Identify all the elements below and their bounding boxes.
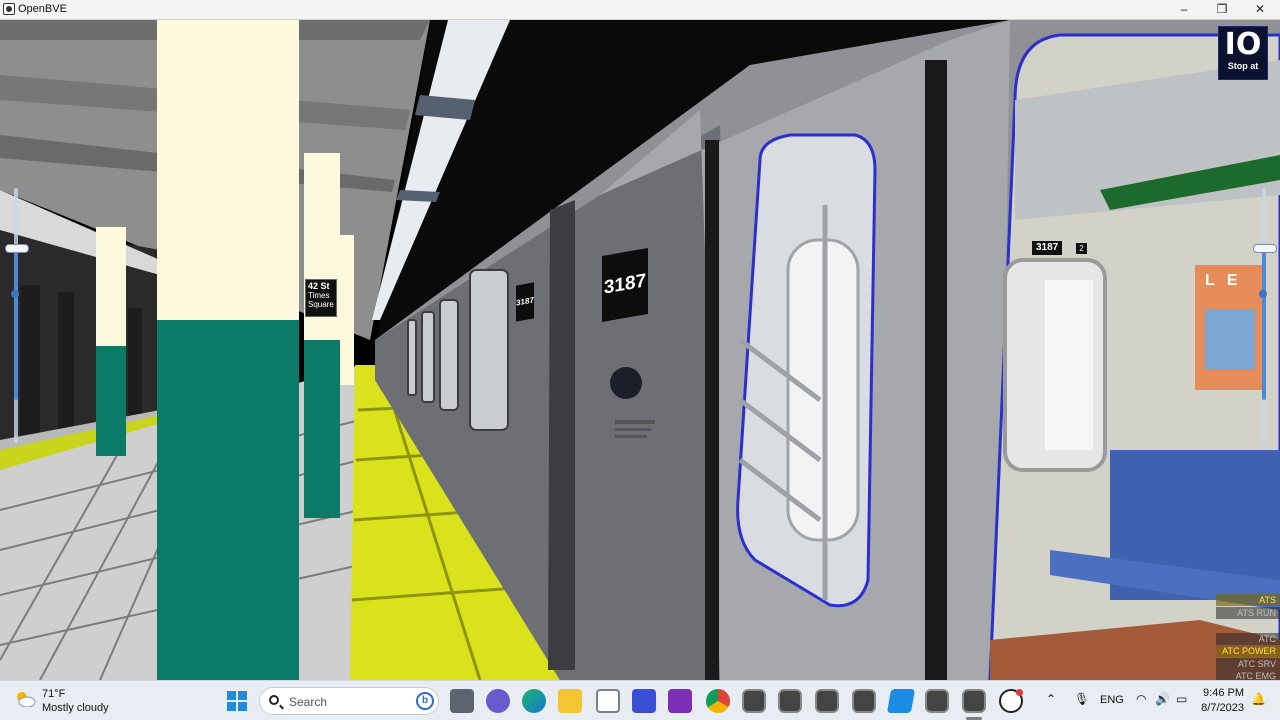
openbve-icon[interactable] [962, 689, 986, 713]
indicator-atc-srv: ATC SRV [1216, 657, 1280, 670]
left-slider-knob[interactable] [11, 290, 19, 298]
openbve-icon[interactable] [925, 689, 949, 713]
notification-bell-icon[interactable]: 🔔 [1251, 692, 1266, 706]
window-titlebar: OpenBVE – ❐ ✕ [0, 0, 1280, 20]
openbve-icon[interactable] [815, 689, 839, 713]
minimize-button[interactable]: – [1165, 0, 1203, 19]
chat-icon[interactable] [486, 689, 510, 713]
search-placeholder: Search [289, 695, 328, 709]
chrome-icon[interactable] [706, 689, 730, 713]
weather-cloud-icon [17, 692, 36, 707]
task-view-icon[interactable] [450, 689, 474, 713]
station-sign-line1: 42 St [308, 281, 330, 291]
language-indicator[interactable]: ENG [1100, 694, 1124, 706]
start-icon[interactable] [225, 689, 249, 713]
onenote-icon[interactable] [668, 689, 692, 713]
microphone-icon[interactable]: 🎙 [1074, 692, 1089, 706]
subway-scene [0, 20, 1280, 680]
car-number-plate-far: 3187 [516, 282, 534, 322]
left-slider-handle[interactable] [5, 244, 29, 253]
clock-time[interactable]: 9:46 PM [1202, 687, 1244, 699]
interior-car-number-text: 3187 [1036, 242, 1059, 253]
openbve-icon[interactable] [778, 689, 802, 713]
station-sign: 42 St Times Square [305, 279, 337, 317]
right-brake-slider[interactable] [1253, 188, 1277, 443]
indicator-atc: ATC [1216, 632, 1280, 645]
battery-icon[interactable]: ▭ [1176, 692, 1187, 706]
app-icon [3, 3, 15, 15]
destination-label: Stop at [1227, 61, 1259, 71]
clock-date[interactable]: 8/7/2023 [1198, 702, 1244, 714]
simulation-viewport[interactable]: 42 St Times Square 3187 3187 3187 2 L E … [0, 20, 1280, 680]
taskbar: 71°F Mostly cloudy Search b ⌃ 🎙 ENG ◠ 🔊 … [0, 680, 1280, 720]
left-slider-fill [14, 250, 18, 400]
interior-car-number: 3187 [1032, 241, 1063, 255]
store-icon[interactable] [596, 689, 620, 713]
chevron-up-icon[interactable]: ⌃ [1046, 692, 1056, 706]
taskbar-search-box[interactable]: Search b [259, 687, 439, 715]
openbve-icon[interactable] [852, 689, 876, 713]
weather-temperature: 71°F [42, 688, 66, 700]
destination-code: IO [1224, 27, 1262, 62]
weather-condition: Mostly cloudy [42, 702, 109, 714]
indicator-ats-run: ATS RUN [1216, 606, 1280, 619]
right-slider-handle[interactable] [1253, 244, 1277, 253]
right-slider-fill [1262, 250, 1266, 400]
interior-line-bullet: 2 [1076, 243, 1087, 254]
left-power-slider[interactable] [5, 188, 29, 443]
car-number-plate: 3187 [602, 247, 648, 323]
safety-indicators: ATS ATS RUN ATC ATC POWER ATC SRV ATC EM… [1216, 594, 1280, 680]
search-icon [269, 695, 279, 705]
edge-icon[interactable] [522, 689, 546, 713]
file-explorer-icon[interactable] [558, 689, 582, 713]
indicator-atc-power: ATC POWER [1216, 645, 1280, 657]
volume-icon[interactable]: 🔊 [1155, 692, 1170, 706]
destination-indicator: IO Stop at [1218, 26, 1268, 80]
powerautomate-icon[interactable] [632, 689, 656, 713]
station-sign-line2: Times [308, 291, 330, 300]
openbve-icon[interactable] [742, 689, 766, 713]
indicator-atc-emg: ATC EMG [1216, 670, 1280, 680]
close-button[interactable]: ✕ [1241, 0, 1279, 19]
right-slider-knob[interactable] [1259, 290, 1267, 298]
window-title: OpenBVE [18, 3, 67, 15]
station-sign-line3: Square [308, 300, 334, 309]
recording-badge [1016, 689, 1023, 696]
wifi-icon[interactable]: ◠ [1136, 692, 1146, 706]
bing-icon[interactable]: b [416, 692, 434, 710]
interior-poster-text: L E [1205, 272, 1242, 289]
vscode-icon[interactable] [886, 689, 916, 713]
indicator-ats: ATS [1216, 594, 1280, 606]
maximize-button[interactable]: ❐ [1203, 0, 1241, 19]
